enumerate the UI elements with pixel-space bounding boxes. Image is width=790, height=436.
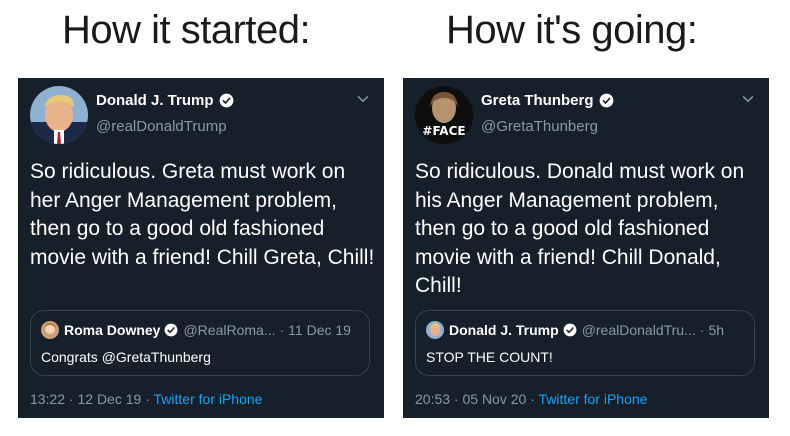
display-name[interactable]: Greta Thunberg — [481, 92, 594, 109]
tweet-timestamp[interactable]: 20:53 · 05 Nov 20 — [415, 391, 526, 407]
quoted-text: STOP THE COUNT! — [426, 349, 553, 365]
tweet-source-link[interactable]: Twitter for iPhone — [539, 391, 648, 407]
quoted-avatar — [426, 321, 444, 339]
verified-badge-icon — [165, 323, 178, 337]
quoted-display-name: Roma Downey — [64, 322, 161, 338]
heading-how-its-going: How it's going: — [446, 8, 698, 52]
avatar[interactable] — [30, 86, 88, 144]
quoted-handle: @realDonaldTru... — [581, 322, 696, 338]
chevron-down-icon[interactable] — [739, 90, 757, 108]
quoted-tweet[interactable]: Donald J. Trump @realDonaldTru... · 5h S… — [415, 310, 755, 376]
separator-dot: · — [279, 322, 285, 338]
tweet-text: So ridiculous. Donald must work on his A… — [415, 160, 745, 297]
avatar-logo-text: #FACE — [422, 124, 465, 138]
tweet-timestamp[interactable]: 13:22 · 12 Dec 19 — [30, 391, 141, 407]
quoted-text: Congrats @GretaThunberg — [41, 349, 211, 365]
display-name[interactable]: Donald J. Trump — [96, 92, 214, 109]
quoted-handle: @RealRoma... — [183, 322, 276, 338]
tweet-card-greta[interactable]: #FACE Greta Thunberg @GretaThunberg So r… — [403, 78, 769, 418]
trump-avatar-icon — [30, 86, 88, 144]
verified-badge-icon — [599, 93, 613, 108]
quoted-date: 5h — [708, 322, 725, 338]
user-handle[interactable]: @realDonaldTrump — [96, 118, 227, 135]
tweet-text: So ridiculous. Greta must work on her An… — [30, 160, 375, 269]
separator-dot: · — [530, 391, 539, 407]
tweet-card-trump[interactable]: Donald J. Trump @realDonaldTrump So ridi… — [18, 78, 384, 418]
quoted-tweet[interactable]: Roma Downey @RealRoma... · 11 Dec 19 Con… — [30, 310, 370, 376]
verified-badge-icon — [563, 323, 577, 337]
trump-avatar-icon — [426, 321, 444, 339]
quoted-date: 11 Dec 19 — [288, 322, 351, 338]
user-handle[interactable]: @GretaThunberg — [481, 118, 598, 135]
quoted-avatar — [41, 321, 59, 339]
separator-dot: · — [699, 322, 705, 338]
chevron-down-icon[interactable] — [354, 90, 372, 108]
tweet-meta: 13:22 · 12 Dec 19 · Twitter for iPhone — [30, 391, 262, 407]
tweet-meta: 20:53 · 05 Nov 20 · Twitter for iPhone — [415, 391, 647, 407]
greta-avatar-icon: #FACE — [415, 86, 473, 144]
tweet-source-link[interactable]: Twitter for iPhone — [154, 391, 263, 407]
avatar[interactable]: #FACE — [415, 86, 473, 144]
quoted-display-name: Donald J. Trump — [449, 322, 559, 338]
separator-dot: · — [145, 391, 154, 407]
heading-how-it-started: How it started: — [62, 8, 311, 52]
verified-badge-icon — [219, 93, 233, 108]
roma-avatar-icon — [41, 321, 59, 339]
